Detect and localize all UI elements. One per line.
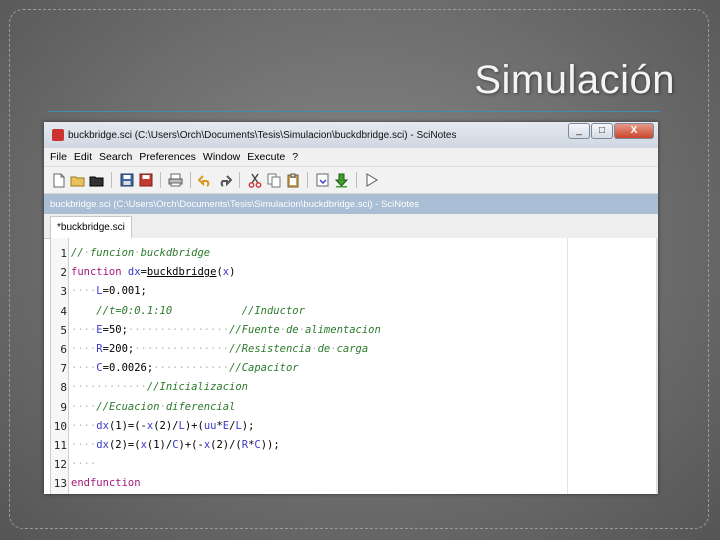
toolbar-separator — [160, 172, 161, 188]
code-text: ····R=200;···············//Resistencia·d… — [71, 343, 369, 355]
save-as-icon[interactable] — [137, 172, 154, 189]
line-number: 10 — [53, 419, 67, 433]
load-into-scilab-icon[interactable] — [314, 172, 331, 189]
window-title: buckbridge.sci (C:\Users\Orch\Documents\… — [68, 129, 457, 141]
menu-bar: File Edit Search Preferences Window Exec… — [44, 148, 658, 167]
menu-execute[interactable]: Execute — [247, 151, 285, 163]
scinotes-app-icon — [52, 129, 64, 141]
line-number: 9 — [60, 400, 67, 414]
scinotes-window: buckbridge.sci (C:\Users\Orch\Documents\… — [44, 122, 658, 494]
line-number: 3 — [60, 285, 67, 299]
toolbar — [44, 167, 658, 194]
code-text: //·funcion·buckdbridge — [71, 247, 211, 259]
editor-tab-strip: *buckbridge.sci — [44, 214, 658, 239]
code-text: ····E=50;················//Fuente·de·ali… — [71, 323, 381, 336]
toolbar-separator — [307, 172, 308, 188]
toolbar-separator — [190, 172, 191, 188]
line-number: 4 — [60, 304, 67, 318]
toolbar-separator — [239, 172, 240, 188]
run-icon[interactable] — [363, 172, 380, 189]
line-number: 12 — [53, 458, 67, 472]
code-text: endfunction — [71, 477, 141, 490]
toolbar-separator — [111, 172, 112, 188]
menu-edit[interactable]: Edit — [74, 151, 92, 163]
line-number: 5 — [60, 323, 67, 337]
code-editor[interactable]: 1 //·funcion·buckdbridge 2 function dx=buck… — [50, 238, 658, 494]
code-text: ···· — [71, 458, 97, 471]
redo-icon[interactable] — [216, 172, 233, 189]
window-titlebar[interactable]: buckbridge.sci (C:\Users\Orch\Documents\… — [44, 122, 658, 148]
open-recent-icon[interactable] — [88, 172, 105, 189]
document-path-bar: buckbridge.sci (C:\Users\Orch\Documents\… — [44, 194, 658, 214]
code-text: ····//Ecuacion·diferencial — [71, 400, 236, 413]
code-text: ····dx(2)=(x(1)/C)+(-x(2)/(R*C)); — [71, 439, 280, 451]
print-icon[interactable] — [167, 172, 184, 189]
code-text: function dx=buckdbridge(x) — [71, 266, 236, 279]
slide-title: Simulación — [474, 58, 675, 102]
line-number: 2 — [60, 266, 67, 280]
line-number: 8 — [60, 381, 67, 395]
menu-window[interactable]: Window — [203, 151, 240, 163]
editor-margin-line — [567, 238, 568, 494]
code-text: ····C=0.0026;············//Capacitor — [71, 362, 299, 375]
menu-file[interactable]: File — [50, 151, 67, 163]
code-text: //t=0:0.1:10 //Inductor — [96, 304, 305, 317]
close-button[interactable]: X — [614, 123, 654, 139]
editor-scrollbar[interactable] — [656, 238, 658, 494]
save-icon[interactable] — [118, 172, 135, 189]
menu-preferences[interactable]: Preferences — [139, 151, 196, 163]
menu-search[interactable]: Search — [99, 151, 132, 163]
code-text: ····L=0.001; — [71, 285, 147, 298]
line-number: 11 — [53, 439, 67, 452]
cut-icon[interactable] — [246, 172, 263, 189]
line-number: 6 — [60, 343, 67, 356]
line-number: 1 — [60, 247, 67, 260]
minimize-button[interactable]: _ — [568, 123, 590, 139]
title-divider — [48, 111, 660, 112]
maximize-button[interactable]: □ — [591, 123, 613, 139]
toolbar-separator — [356, 172, 357, 188]
paste-icon[interactable] — [284, 172, 301, 189]
execute-save-icon[interactable] — [333, 172, 350, 189]
open-folder-icon[interactable] — [69, 172, 86, 189]
copy-icon[interactable] — [265, 172, 282, 189]
menu-help[interactable]: ? — [292, 151, 298, 163]
code-text: ············//Inicializacion — [71, 381, 249, 394]
undo-icon[interactable] — [197, 172, 214, 189]
line-number: 7 — [60, 362, 67, 376]
line-number: 13 — [53, 477, 67, 491]
new-file-icon[interactable] — [50, 172, 67, 189]
code-text: ····dx(1)=(-x(2)/L)+(uu*E/L); — [71, 419, 255, 432]
tab-buckbridge[interactable]: *buckbridge.sci — [50, 216, 132, 238]
